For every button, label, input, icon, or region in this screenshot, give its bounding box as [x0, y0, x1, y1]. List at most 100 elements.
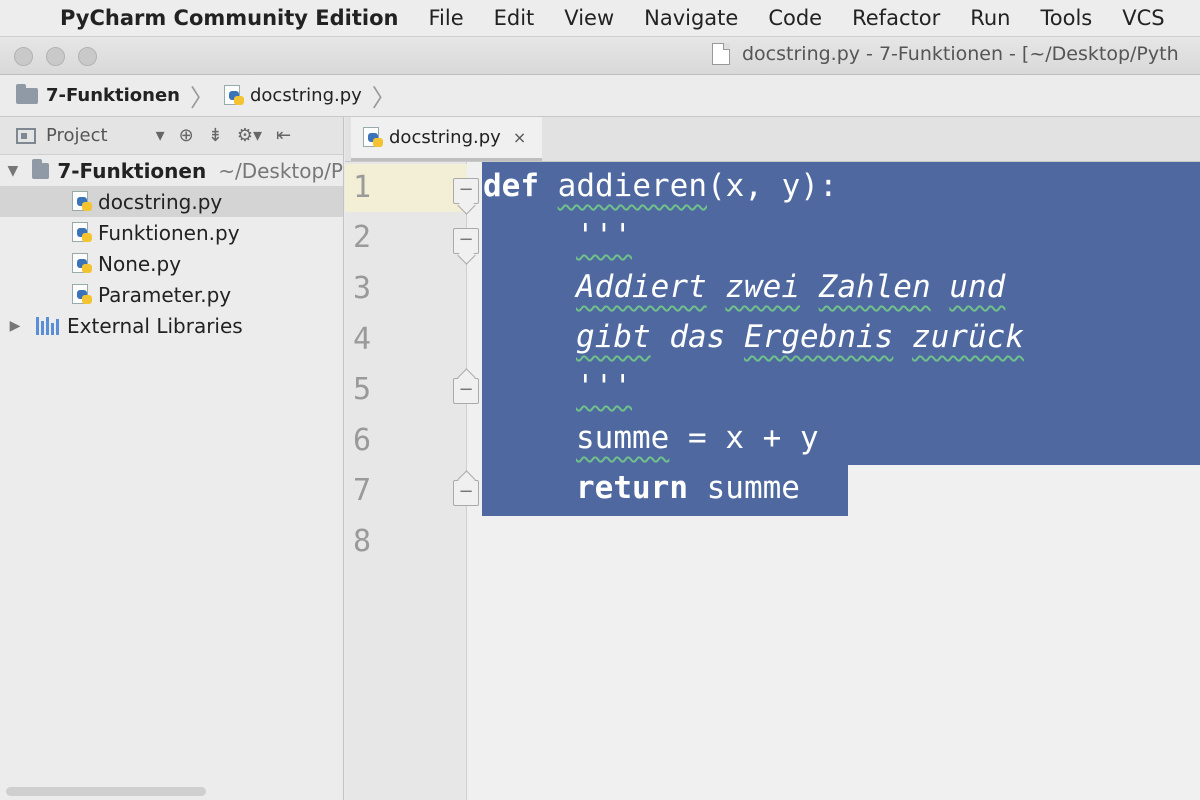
- tree-file-none[interactable]: None.py: [0, 248, 343, 279]
- zoom-window-button[interactable]: [78, 47, 97, 66]
- tree-file-label: docstring.py: [98, 189, 223, 214]
- app-name-menu[interactable]: PyCharm Community Edition: [60, 6, 398, 30]
- tree-file-label: Parameter.py: [98, 282, 232, 307]
- menu-code[interactable]: Code: [768, 6, 822, 30]
- return-value: summe: [687, 470, 800, 506]
- folder-icon: [31, 158, 50, 179]
- project-panel-header: Project ▾ ⊕ ⇟ ⚙▾ ⇤: [0, 117, 343, 155]
- expanded-arrow-icon[interactable]: ▼: [4, 163, 22, 179]
- function-name: addieren: [557, 168, 707, 204]
- docstring-word: gibt: [576, 319, 651, 355]
- horizontal-scrollbar[interactable]: [6, 787, 206, 796]
- code-line: Addiert zwei Zahlen und: [483, 269, 1005, 305]
- function-signature: (x, y):: [706, 168, 838, 204]
- tree-file-docstring[interactable]: docstring.py: [0, 186, 343, 217]
- locate-icon[interactable]: ⊕: [179, 125, 194, 146]
- assignment-expression: = x + y: [669, 420, 819, 456]
- code-line: gibt das Ergebnis zurück: [483, 319, 1024, 355]
- python-file-icon: [72, 190, 92, 213]
- line-number-gutter: 1 2 3 4 5 6 7 8: [345, 162, 467, 800]
- gear-icon[interactable]: ⚙▾: [237, 125, 262, 146]
- tree-external-libraries-label: External Libraries: [67, 313, 243, 338]
- breadcrumb-file[interactable]: docstring.py: [223, 84, 362, 107]
- docstring-quotes: ''': [576, 218, 632, 254]
- line-number: 3: [353, 271, 372, 306]
- python-file-icon: [72, 221, 92, 244]
- code-line: summe = x + y: [483, 420, 819, 456]
- menu-view[interactable]: View: [564, 6, 614, 30]
- chevron-down-icon[interactable]: ▾: [156, 125, 165, 146]
- breadcrumb: 7-Funktionen 〉 docstring.py 〉: [0, 75, 1200, 117]
- project-panel: Project ▾ ⊕ ⇟ ⚙▾ ⇤ ▼ 7-Funktionen ~/Desk…: [0, 117, 344, 800]
- python-file-icon: [72, 283, 92, 306]
- python-file-icon: [223, 84, 244, 107]
- chevron-right-icon: 〉: [371, 84, 396, 112]
- close-window-button[interactable]: [14, 47, 33, 66]
- tree-root-path: ~/Desktop/P: [218, 158, 343, 183]
- tree-external-libraries[interactable]: ▶ External Libraries: [0, 310, 343, 341]
- collapsed-arrow-icon[interactable]: ▶: [4, 318, 26, 334]
- fold-end-icon[interactable]: −: [453, 378, 479, 404]
- line-number: 5: [353, 372, 372, 407]
- code-line: return summe: [483, 470, 800, 506]
- chevron-right-icon: 〉: [189, 84, 214, 112]
- window-title-bar: docstring.py - 7-Funktionen - [~/Desktop…: [0, 37, 1200, 75]
- tab-label: docstring.py: [389, 127, 501, 148]
- tree-root-label: 7-Funktionen: [57, 158, 207, 183]
- docstring-word: und: [949, 269, 1006, 305]
- line-number: 6: [353, 423, 372, 458]
- menu-refactor[interactable]: Refactor: [852, 6, 940, 30]
- tree-file-label: Funktionen.py: [98, 220, 240, 245]
- docstring-word: das: [669, 319, 726, 355]
- line-number: 1: [353, 170, 372, 205]
- docstring-word: Ergebnis: [744, 319, 894, 355]
- project-view-selector[interactable]: Project: [46, 125, 108, 146]
- docstring-word: Zahlen: [818, 269, 931, 305]
- docstring-word: zwei: [725, 269, 800, 305]
- library-icon: [36, 316, 59, 335]
- tree-root-folder[interactable]: ▼ 7-Funktionen ~/Desktop/P: [0, 155, 343, 186]
- document-icon: [712, 43, 730, 65]
- code-editor[interactable]: 1 2 3 4 5 6 7 8 − − − − def addieren(x, …: [345, 162, 1200, 800]
- line-number: 7: [353, 473, 372, 508]
- menu-file[interactable]: File: [428, 6, 463, 30]
- fold-toggle-icon[interactable]: −: [453, 178, 479, 204]
- fold-end-icon[interactable]: −: [453, 480, 479, 506]
- line-number: 2: [353, 220, 372, 255]
- line-number: 8: [353, 524, 372, 559]
- python-file-icon: [72, 252, 92, 275]
- close-icon[interactable]: ×: [513, 128, 526, 147]
- docstring-quotes: ''': [576, 369, 632, 405]
- breadcrumb-file-label: docstring.py: [249, 85, 362, 106]
- tree-file-parameter[interactable]: Parameter.py: [0, 279, 343, 310]
- menu-run[interactable]: Run: [970, 6, 1010, 30]
- project-view-icon: [16, 127, 36, 144]
- tree-file-label: None.py: [98, 251, 182, 276]
- line-number: 4: [353, 322, 372, 357]
- keyword-def: def: [483, 168, 539, 204]
- python-file-icon: [363, 126, 383, 149]
- menu-tools[interactable]: Tools: [1040, 6, 1092, 30]
- fold-toggle-icon[interactable]: −: [453, 228, 479, 254]
- collapse-all-icon[interactable]: ⇟: [208, 125, 223, 146]
- menu-bar: PyCharm Community Edition File Edit View…: [0, 0, 1200, 37]
- tab-docstring[interactable]: docstring.py ×: [351, 117, 543, 161]
- window-title-text: docstring.py - 7-Funktionen - [~/Desktop…: [742, 43, 1179, 65]
- variable-summe: summe: [576, 420, 670, 456]
- tree-file-funktionen[interactable]: Funktionen.py: [0, 217, 343, 248]
- code-line: def addieren(x, y):: [483, 168, 838, 204]
- breadcrumb-project-label: 7-Funktionen: [46, 85, 180, 106]
- docstring-word: zurück: [911, 319, 1024, 355]
- keyword-return: return: [576, 470, 688, 506]
- docstring-word: Addiert: [576, 269, 707, 305]
- window-title: docstring.py - 7-Funktionen - [~/Desktop…: [712, 43, 1179, 65]
- code-line: ''': [483, 218, 632, 254]
- hide-panel-icon[interactable]: ⇤: [276, 125, 291, 146]
- menu-edit[interactable]: Edit: [494, 6, 535, 30]
- editor-tab-bar: docstring.py ×: [345, 117, 1200, 162]
- breadcrumb-project[interactable]: 7-Funktionen: [16, 83, 180, 106]
- minimize-window-button[interactable]: [46, 47, 65, 66]
- menu-navigate[interactable]: Navigate: [644, 6, 738, 30]
- menu-vcs[interactable]: VCS: [1122, 6, 1164, 30]
- folder-icon: [16, 83, 38, 104]
